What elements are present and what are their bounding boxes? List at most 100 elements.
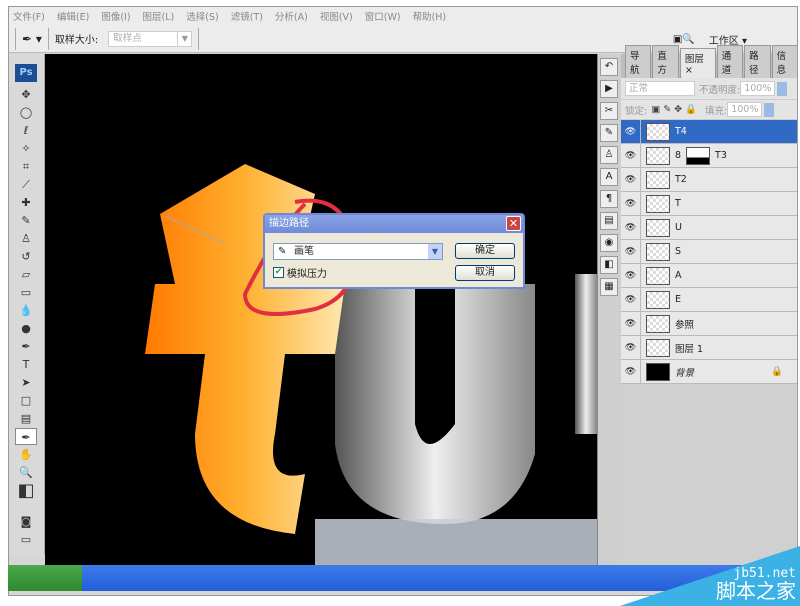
layer-row[interactable]: 👁 T bbox=[621, 192, 797, 216]
brush-tool-icon[interactable]: ✎ bbox=[15, 212, 37, 229]
simulate-pressure-checkbox[interactable]: ✔ bbox=[273, 267, 284, 278]
opacity-input[interactable]: 100% bbox=[740, 81, 776, 96]
slice-tool-icon[interactable]: ⟋ bbox=[15, 176, 37, 193]
layer-row[interactable]: 👁 背景 🔒 bbox=[621, 360, 797, 384]
shape-tool-icon[interactable]: □ bbox=[15, 392, 37, 409]
eye-icon[interactable]: 👁 bbox=[621, 192, 641, 215]
tab-layers[interactable]: 图层 × bbox=[679, 48, 716, 78]
magic-wand-icon[interactable]: ✧ bbox=[15, 140, 37, 157]
eye-icon[interactable]: 👁 bbox=[621, 216, 641, 239]
layer-row[interactable]: 👁 参照 bbox=[621, 312, 797, 336]
blur-tool-icon[interactable]: 💧 bbox=[15, 302, 37, 319]
tab-navigator[interactable]: 导航 bbox=[625, 45, 652, 78]
pen-tool-icon[interactable]: ✒ bbox=[15, 338, 37, 355]
dialog-title-bar[interactable]: 描边路径 ✕ bbox=[265, 215, 523, 233]
menu-image[interactable]: 图像(I) bbox=[101, 9, 130, 23]
eyedropper-icon[interactable]: ✒ ▾ bbox=[22, 32, 42, 46]
photoshop-window: 文件(F) 编辑(E) 图像(I) 图层(L) 选择(S) 滤镜(T) 分析(A… bbox=[8, 6, 798, 596]
opacity-arrow-icon[interactable] bbox=[777, 81, 788, 96]
menu-window[interactable]: 窗口(W) bbox=[365, 9, 401, 23]
menu-view[interactable]: 视图(V) bbox=[320, 9, 353, 23]
layers-list: 👁 T4 👁 8 T3 👁 T2 👁 T 👁 U 👁 S 👁 A 👁 E 👁 参照 👁 图层 1 👁 背… bbox=[621, 120, 797, 384]
layer-row[interactable]: 👁 A bbox=[621, 264, 797, 288]
paragraph-icon[interactable]: ¶ bbox=[600, 190, 618, 208]
quick-mask-icon[interactable]: ◙ bbox=[15, 513, 37, 530]
layer-row[interactable]: 👁 S bbox=[621, 240, 797, 264]
dodge-tool-icon[interactable]: ● bbox=[15, 320, 37, 337]
cancel-button[interactable]: 取消 bbox=[455, 265, 515, 281]
layer-name: U bbox=[675, 222, 682, 233]
menu-edit[interactable]: 编辑(E) bbox=[57, 9, 89, 23]
menu-filter[interactable]: 滤镜(T) bbox=[231, 9, 263, 23]
info-icon[interactable]: ▦ bbox=[600, 278, 618, 296]
layer-row[interactable]: 👁 图层 1 bbox=[621, 336, 797, 360]
layer-row[interactable]: 👁 E bbox=[621, 288, 797, 312]
layer-name: T4 bbox=[675, 126, 687, 137]
brushes-icon[interactable]: ✎ bbox=[600, 124, 618, 142]
eraser-tool-icon[interactable]: ▱ bbox=[15, 266, 37, 283]
eye-icon[interactable]: 👁 bbox=[621, 168, 641, 191]
screen-mode-icon[interactable]: ▭ bbox=[15, 531, 37, 548]
crop-tool-icon[interactable]: ⌗ bbox=[15, 158, 37, 175]
fill-input[interactable]: 100% bbox=[727, 102, 763, 117]
stamp-tool-icon[interactable]: ♙ bbox=[15, 230, 37, 247]
sample-size-select[interactable]: 取样点 ▼ bbox=[108, 30, 193, 47]
lock-icon: 🔒 bbox=[771, 366, 783, 377]
eyedropper-tool-icon[interactable]: ✒ bbox=[15, 428, 37, 445]
color-icon[interactable]: ◉ bbox=[600, 234, 618, 252]
blend-mode-select[interactable]: 正常 bbox=[625, 81, 695, 96]
bridge-icon[interactable]: ▣🔍 bbox=[673, 34, 695, 45]
eye-icon[interactable]: 👁 bbox=[621, 360, 641, 383]
eye-icon[interactable]: 👁 bbox=[621, 120, 641, 143]
close-icon[interactable]: ✕ bbox=[506, 216, 521, 231]
tab-channels[interactable]: 通道 bbox=[716, 45, 744, 78]
menu-select[interactable]: 选择(S) bbox=[186, 9, 218, 23]
layer-row[interactable]: 👁 U bbox=[621, 216, 797, 240]
layers-panel: 导航 直方 图层 × 通道 路径 信息 正常 不透明度: 100% 锁定: ▣ … bbox=[621, 45, 797, 566]
menu-help[interactable]: 帮助(H) bbox=[413, 9, 447, 23]
stroke-tool-select[interactable]: ✎ 画笔 ▼ bbox=[273, 243, 443, 260]
notes-tool-icon[interactable]: ▤ bbox=[15, 410, 37, 427]
menu-file[interactable]: 文件(F) bbox=[13, 9, 45, 23]
actions-icon[interactable]: ▶ bbox=[600, 80, 618, 98]
layer-row[interactable]: 👁 8 T3 bbox=[621, 144, 797, 168]
path-select-icon[interactable]: ➤ bbox=[15, 374, 37, 391]
tab-histogram[interactable]: 直方 bbox=[652, 45, 679, 78]
eye-icon[interactable]: 👁 bbox=[621, 144, 641, 167]
brush-icon: ✎ bbox=[278, 246, 287, 257]
layer-row[interactable]: 👁 T4 bbox=[621, 120, 797, 144]
eye-icon[interactable]: 👁 bbox=[621, 240, 641, 263]
menu-analysis[interactable]: 分析(A) bbox=[275, 9, 308, 23]
tab-paths[interactable]: 路径 bbox=[744, 45, 771, 78]
type-tool-icon[interactable]: T bbox=[15, 356, 37, 373]
hand-tool-icon[interactable]: ✋ bbox=[15, 446, 37, 463]
tab-info[interactable]: 信息 bbox=[771, 45, 797, 78]
zoom-tool-icon[interactable]: 🔍 bbox=[15, 464, 37, 481]
clone-source-icon[interactable]: ♙ bbox=[600, 146, 618, 164]
eye-icon[interactable]: 👁 bbox=[621, 312, 641, 335]
layer-row[interactable]: 👁 T2 bbox=[621, 168, 797, 192]
document-canvas[interactable] bbox=[45, 54, 597, 566]
gradient-tool-icon[interactable]: ▭ bbox=[15, 284, 37, 301]
move-tool-icon[interactable]: ✥ bbox=[15, 86, 37, 103]
layer-comps-icon[interactable]: ▤ bbox=[600, 212, 618, 230]
marquee-tool-icon[interactable]: ◯ bbox=[15, 104, 37, 121]
tool-presets-icon[interactable]: ✂ bbox=[600, 102, 618, 120]
healing-brush-icon[interactable]: ✚ bbox=[15, 194, 37, 211]
workspace-button[interactable]: ▣🔍 工作区 ▾ bbox=[673, 31, 747, 47]
styles-icon[interactable]: ◧ bbox=[600, 256, 618, 274]
history-icon[interactable]: ↶ bbox=[600, 58, 618, 76]
lock-icons[interactable]: ▣ ✎ ✥ 🔒 bbox=[651, 104, 697, 115]
artwork bbox=[145, 164, 597, 566]
eye-icon[interactable]: 👁 bbox=[621, 264, 641, 287]
eye-icon[interactable]: 👁 bbox=[621, 288, 641, 311]
start-button[interactable] bbox=[8, 565, 82, 591]
menu-layer[interactable]: 图层(L) bbox=[143, 9, 175, 23]
ok-button[interactable]: 确定 bbox=[455, 243, 515, 259]
eye-icon[interactable]: 👁 bbox=[621, 336, 641, 359]
color-swatches-icon[interactable]: ◧ bbox=[15, 482, 37, 512]
fill-arrow-icon[interactable] bbox=[764, 102, 775, 117]
lasso-tool-icon[interactable]: ℓ bbox=[15, 122, 37, 139]
character-icon[interactable]: A bbox=[600, 168, 618, 186]
history-brush-icon[interactable]: ↺ bbox=[15, 248, 37, 265]
